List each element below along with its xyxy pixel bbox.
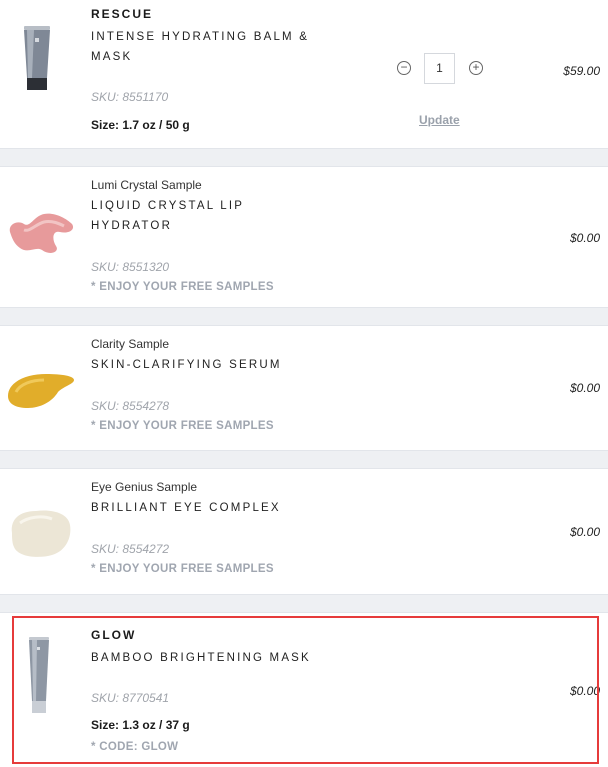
- product-name: BRILLIANT EYE COMPLEX: [91, 498, 351, 518]
- quantity-stepper: − 1 +: [397, 53, 487, 85]
- product-name-line: INTENSE HYDRATING BALM &: [91, 31, 310, 43]
- free-samples-note: * ENJOY YOUR FREE SAMPLES: [91, 420, 274, 432]
- cart-item-rescue: RESCUE INTENSE HYDRATING BALM & MASK SKU…: [0, 0, 608, 148]
- tube-icon: [24, 26, 50, 90]
- decrease-quantity-button[interactable]: −: [397, 61, 411, 75]
- product-sku: SKU: 8554272: [91, 542, 170, 556]
- product-sku: SKU: 8551170: [91, 90, 169, 104]
- item-separator: [0, 148, 608, 167]
- product-subtitle: Clarity Sample: [91, 337, 170, 351]
- product-price: $0.00: [569, 525, 600, 539]
- update-link[interactable]: Update: [419, 113, 460, 127]
- cream-swatch-icon: [11, 510, 71, 557]
- product-sku: SKU: 8554278: [91, 399, 170, 413]
- product-subtitle: Eye Genius Sample: [91, 480, 198, 494]
- product-sku: SKU: 8551320: [91, 260, 170, 274]
- quantity-input[interactable]: 1: [424, 53, 455, 84]
- product-name-line: HYDRATOR: [91, 220, 173, 232]
- selected-item-highlight: [12, 616, 599, 764]
- product-subtitle: Lumi Crystal Sample: [91, 178, 202, 192]
- item-separator: [0, 594, 608, 613]
- cart-item-eye-genius: Eye Genius Sample BRILLIANT EYE COMPLEX …: [0, 469, 608, 594]
- item-separator: [0, 450, 608, 469]
- product-name-line: MASK: [91, 51, 133, 63]
- product-price: $0.00: [569, 381, 600, 395]
- pink-swatch-icon: [9, 213, 74, 253]
- item-separator: [0, 307, 608, 326]
- product-price: $0.00: [569, 231, 600, 245]
- increase-quantity-button[interactable]: +: [469, 61, 483, 75]
- cart-item-lumi-crystal: Lumi Crystal Sample LIQUID CRYSTAL LIP H…: [0, 167, 608, 307]
- cart-item-clarity: Clarity Sample SKIN-CLARIFYING SERUM SKU…: [0, 326, 608, 450]
- product-size: Size: 1.7 oz / 50 g: [91, 118, 190, 132]
- free-samples-note: * ENJOY YOUR FREE SAMPLES: [91, 563, 274, 575]
- product-name: LIQUID CRYSTAL LIP HYDRATOR: [91, 196, 351, 236]
- product-name-line: BRILLIANT EYE COMPLEX: [91, 502, 281, 514]
- product-name: SKIN-CLARIFYING SERUM: [91, 355, 351, 375]
- product-name: INTENSE HYDRATING BALM & MASK: [91, 27, 351, 67]
- product-brand: RESCUE: [91, 7, 154, 21]
- free-samples-note: * ENJOY YOUR FREE SAMPLES: [91, 281, 274, 293]
- product-name-line: SKIN-CLARIFYING SERUM: [91, 359, 282, 371]
- product-name-line: LIQUID CRYSTAL LIP: [91, 200, 245, 212]
- yellow-swatch-icon: [8, 374, 74, 408]
- product-price: $59.00: [563, 64, 600, 78]
